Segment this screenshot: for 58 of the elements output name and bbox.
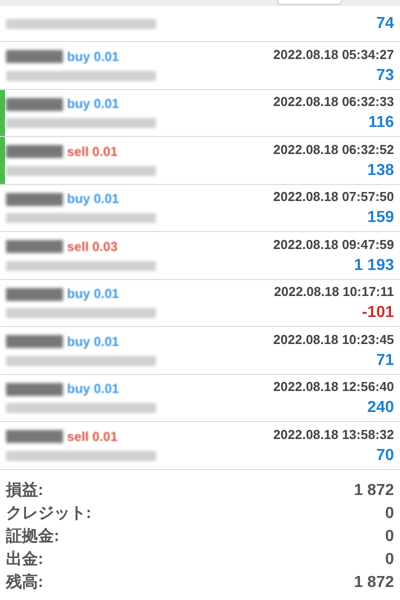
deal-row[interactable]: buy 0.01 2022.08.18 12:56:40 240 xyxy=(0,374,400,422)
deal-profit: 70 xyxy=(376,446,394,466)
deal-row[interactable]: sell 0.01 2022.08.18 13:58:32 70 xyxy=(0,422,400,470)
redacted-symbol xyxy=(6,240,63,254)
deal-time: 2022.08.18 10:17:11 xyxy=(274,283,394,302)
redacted-symbol xyxy=(6,98,63,111)
redacted-symbol xyxy=(6,192,63,206)
order-type: buy 0.01 xyxy=(67,334,120,349)
deal-time: 2022.08.18 09:47:59 xyxy=(273,236,394,254)
deal-profit: 240 xyxy=(367,398,394,418)
deal-time: 2022.08.18 06:32:33 xyxy=(273,93,394,112)
deal-row[interactable]: buy 0.01 2022.08.18 10:17:11 -101 xyxy=(0,280,400,327)
deal-profit: 138 xyxy=(367,160,394,181)
redacted-symbol xyxy=(6,335,63,348)
summary-label: 残高: xyxy=(6,572,44,593)
deal-row[interactable]: buy 0.01 2022.08.18 05:34:27 73 xyxy=(0,42,400,90)
deal-row[interactable]: buy 0.01 2022.08.18 10:23:45 71 xyxy=(0,327,400,374)
redacted-symbol xyxy=(6,430,63,444)
deal-time: 2022.08.18 10:23:45 xyxy=(273,330,394,349)
order-type: sell 0.01 xyxy=(67,430,118,444)
deal-profit: 73 xyxy=(376,66,394,86)
summary-label: 損益: xyxy=(6,480,44,501)
summary-value: 0 xyxy=(385,550,394,570)
redacted-symbol xyxy=(6,145,63,158)
deal-time: 2022.08.18 12:56:40 xyxy=(273,378,394,396)
deal-profit: 1 193 xyxy=(354,256,394,276)
deal-time: 2022.08.18 06:32:52 xyxy=(273,140,394,159)
summary-value: 0 xyxy=(385,504,394,524)
summary-value: 0 xyxy=(385,527,394,547)
deal-row[interactable]: sell 0.03 2022.08.18 09:47:59 1 193 xyxy=(0,232,400,280)
order-type: buy 0.01 xyxy=(67,192,120,206)
order-type: buy 0.01 xyxy=(67,382,120,396)
redacted-symbol xyxy=(6,288,63,301)
deal-profit: 159 xyxy=(367,208,394,228)
deal-time: 2022.08.18 13:58:32 xyxy=(273,426,394,444)
deal-time: 2022.08.18 07:57:50 xyxy=(273,188,394,206)
tab-control[interactable] xyxy=(277,0,342,5)
deal-time: 2022.08.18 05:34:27 xyxy=(273,46,394,64)
redacted-symbol xyxy=(6,50,63,64)
order-type: buy 0.01 xyxy=(67,50,120,64)
deal-profit: 71 xyxy=(376,350,394,371)
summary-label: 出金: xyxy=(6,550,44,570)
summary-label: クレジット: xyxy=(6,504,92,524)
summary-label: 証拠金: xyxy=(6,526,60,547)
deal-row[interactable]: sell 0.01 2022.08.18 06:32:52 138 xyxy=(0,137,400,184)
deal-row[interactable]: buy 0.01 2022.08.18 07:57:50 159 xyxy=(0,184,400,232)
summary-value: 1 872 xyxy=(354,481,394,501)
deal-row[interactable]: 74 xyxy=(0,6,400,42)
order-type: sell 0.01 xyxy=(67,144,118,159)
deal-profit: -101 xyxy=(362,303,394,324)
order-type: sell 0.03 xyxy=(67,240,118,254)
deal-row[interactable]: buy 0.01 2022.08.18 06:32:33 116 xyxy=(0,90,400,137)
summary-value: 1 872 xyxy=(354,573,394,593)
order-type: buy 0.01 xyxy=(67,97,120,112)
order-type: buy 0.01 xyxy=(67,287,120,302)
redacted-symbol xyxy=(6,382,63,396)
deal-profit: 116 xyxy=(368,113,394,134)
deal-profit: 74 xyxy=(376,14,394,34)
